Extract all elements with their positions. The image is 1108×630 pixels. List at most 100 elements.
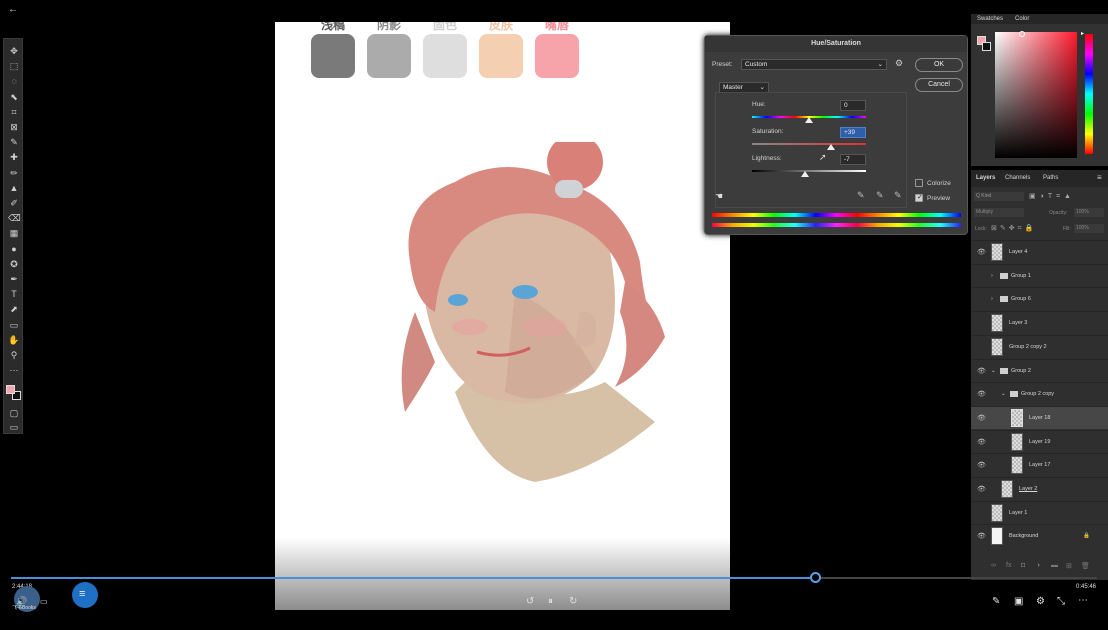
screen-mode-icon[interactable]: ▭ — [8, 421, 20, 433]
visibility-eye-icon[interactable]: 👁 — [977, 367, 986, 375]
preset-options-gear-icon[interactable]: ⚙ — [895, 58, 903, 69]
crop-icon[interactable]: ⌗ — [8, 106, 20, 118]
adjustment-icon[interactable]: ◑ — [1036, 562, 1040, 569]
frame-icon[interactable]: ⊠ — [8, 121, 20, 133]
colorize-checkbox[interactable] — [915, 179, 923, 187]
lock-icons[interactable]: ⊠✎✥⌗🔒 — [991, 224, 1036, 233]
fill-field[interactable]: 100% — [1074, 224, 1104, 233]
eyedropper-plus-icon[interactable]: ✎ — [876, 190, 884, 201]
captions-icon[interactable]: ▭ — [40, 597, 48, 606]
healing-icon[interactable]: ✚ — [8, 151, 20, 163]
layer-row[interactable]: 👁 Background 🔒 — [971, 524, 1108, 547]
lightness-slider-thumb[interactable] — [801, 171, 809, 177]
type-icon[interactable]: T — [8, 288, 20, 300]
layer-row[interactable]: Group 2 copy 2 — [971, 334, 1108, 358]
targeted-adjustment-hand-icon[interactable]: ☚ — [715, 191, 723, 202]
opacity-field[interactable]: 100% — [1074, 208, 1104, 217]
eraser-icon[interactable]: ⌫ — [8, 212, 21, 224]
saturation-slider-thumb[interactable] — [827, 144, 836, 150]
lightness-value-field[interactable]: -7 — [840, 154, 866, 165]
trash-icon[interactable]: 🗑 — [1081, 562, 1090, 570]
layer-thumbnail[interactable] — [991, 503, 1003, 522]
chevron-down-icon[interactable]: ⌄ — [991, 368, 996, 374]
background-color-swatch[interactable] — [982, 42, 991, 51]
layer-thumbnail[interactable] — [991, 337, 1003, 356]
saturation-value-field[interactable]: +39 — [840, 127, 866, 138]
layer-row[interactable]: 👁 Layer 19 — [971, 429, 1108, 453]
layer-thumbnail[interactable] — [991, 527, 1003, 546]
lightness-slider-track[interactable] — [752, 170, 866, 172]
move-icon[interactable]: ✥ — [8, 45, 20, 57]
color-picker-field[interactable] — [995, 32, 1077, 158]
tab-channels[interactable]: Channels — [1005, 175, 1030, 181]
layer-row[interactable]: Layer 3 — [971, 311, 1108, 334]
layer-row[interactable]: › Group 6 — [971, 287, 1108, 310]
eyedropper-icon[interactable]: ✎ — [8, 136, 20, 148]
new-layer-icon[interactable]: ⊞ — [1066, 562, 1072, 570]
hue-strip[interactable] — [1085, 34, 1093, 154]
picture-in-picture-icon[interactable]: ▣ — [1014, 596, 1023, 607]
layer-filter-select[interactable]: Q Kind — [974, 192, 1024, 201]
rewind-icon[interactable]: ↺ — [526, 596, 534, 607]
path-select-icon[interactable]: ⬈ — [8, 303, 20, 315]
blur-icon[interactable]: ● — [8, 243, 20, 255]
tab-color[interactable]: Color — [1015, 16, 1029, 22]
saturation-slider-track[interactable] — [752, 143, 866, 145]
gradient-icon[interactable]: ▦ — [8, 227, 20, 239]
layer-thumbnail[interactable] — [1011, 456, 1023, 475]
visibility-eye-icon[interactable]: 👁 — [977, 485, 986, 493]
zoom-icon[interactable]: ⚲ — [8, 349, 20, 361]
pen-icon[interactable]: ✒ — [8, 273, 20, 285]
hand-icon[interactable]: ✋ — [8, 334, 20, 346]
layer-filter-icons[interactable]: ▣◑T⌗▲ — [1029, 192, 1105, 201]
layer-thumbnail[interactable] — [991, 314, 1003, 333]
layer-row[interactable]: 👁 Layer 4 — [971, 240, 1108, 263]
eyedropper-icon[interactable]: ✎ — [857, 190, 865, 201]
history-brush-icon[interactable]: ✐ — [8, 197, 20, 209]
more-options-icon[interactable]: ⋯ — [1078, 595, 1088, 606]
visibility-eye-icon[interactable]: 👁 — [977, 248, 986, 256]
chevron-down-icon[interactable]: ⌄ — [1001, 391, 1006, 397]
brush-icon[interactable]: ✏ — [8, 167, 20, 179]
fullscreen-exit-icon[interactable]: ⤡ — [1057, 596, 1065, 607]
tab-swatches[interactable]: Swatches — [977, 16, 1003, 22]
layer-row[interactable]: › Group 1 — [971, 263, 1108, 287]
chevron-right-icon[interactable]: › — [991, 273, 993, 279]
preset-select[interactable]: Custom ⌄ — [741, 59, 887, 70]
blend-mode-select[interactable]: Multiply — [974, 208, 1024, 217]
visibility-eye-icon[interactable]: 👁 — [977, 390, 986, 398]
document-canvas[interactable]: 浅稿 阴影 固色 皮肤 嘴唇 — [275, 22, 730, 610]
quick-mask-icon[interactable]: ▢ — [8, 407, 20, 419]
foreground-color-swatch[interactable] — [6, 385, 15, 394]
layer-row[interactable]: 👁 Layer 2 — [971, 477, 1108, 500]
preview-checkbox[interactable]: ✓ — [915, 194, 923, 202]
chevron-right-icon[interactable]: › — [991, 296, 993, 302]
more-icon[interactable]: ⋯ — [8, 364, 20, 376]
layer-row[interactable]: 👁 Layer 17 — [971, 453, 1108, 476]
chat-button[interactable]: ≡ — [72, 582, 98, 608]
cancel-button[interactable]: Cancel — [915, 78, 963, 92]
hue-slider-thumb[interactable] — [805, 117, 813, 123]
fx-icon[interactable]: fx — [1006, 562, 1011, 569]
layer-thumbnail[interactable] — [1001, 480, 1013, 498]
visibility-eye-icon[interactable]: 👁 — [977, 532, 986, 540]
visibility-eye-icon[interactable]: 👁 — [977, 414, 986, 422]
marquee-icon[interactable]: ⬚ — [8, 60, 20, 72]
layer-thumbnail[interactable] — [1011, 408, 1023, 427]
lock-icon[interactable]: 🔒 — [1083, 533, 1090, 539]
eyedropper-minus-icon[interactable]: ✎ — [894, 190, 902, 201]
folder-icon[interactable]: ▬ — [1051, 562, 1058, 569]
layer-row[interactable]: 👁 ⌄ Group 2 — [971, 358, 1108, 382]
layer-row[interactable]: Layer 1 — [971, 500, 1108, 524]
layer-thumbnail[interactable] — [991, 243, 1003, 261]
stamp-icon[interactable]: ▲ — [8, 182, 20, 194]
panel-menu-icon[interactable]: ≡ — [1097, 173, 1102, 182]
mask-icon[interactable]: ◘ — [1021, 562, 1025, 569]
video-progress-knob[interactable] — [809, 572, 821, 583]
color-picker-marker[interactable] — [1019, 31, 1025, 37]
hue-strip-marker-icon[interactable]: ▸ — [1081, 30, 1084, 37]
hue-value-field[interactable]: 0 — [840, 100, 866, 111]
tab-paths[interactable]: Paths — [1043, 175, 1058, 181]
layer-thumbnail[interactable] — [1011, 432, 1023, 451]
dodge-icon[interactable]: ✪ — [8, 258, 20, 270]
